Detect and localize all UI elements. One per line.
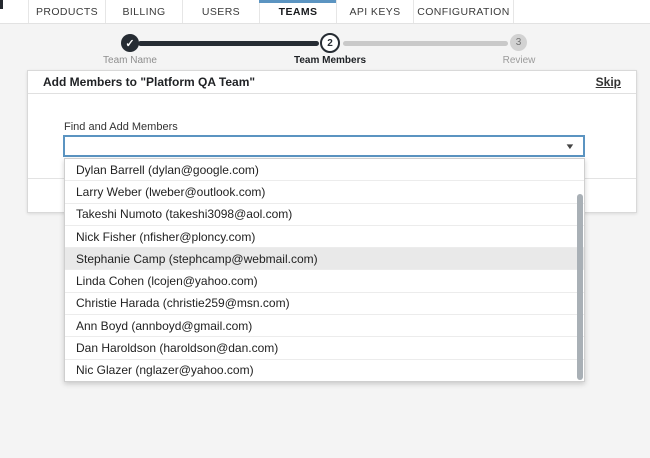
list-item[interactable]: Linda Cohen (lcojen@yahoo.com) [65, 270, 584, 292]
stepper-connector-completed [138, 41, 319, 46]
wizard-stepper: ✓ 2 3 Team Name Team Members Review [0, 24, 650, 70]
step-label-team-name: Team Name [95, 55, 165, 66]
step-label-team-members: Team Members [283, 55, 377, 66]
card-title: Add Members to "Platform QA Team" [43, 75, 255, 89]
members-dropdown-list: Dylan Barrell (dylan@google.com) Larry W… [65, 159, 584, 381]
tab-billing[interactable]: BILLING [105, 0, 182, 23]
skip-link[interactable]: Skip [596, 75, 621, 89]
tab-teams[interactable]: TEAMS [259, 0, 336, 23]
top-tab-bar: PRODUCTS BILLING USERS TEAMS API KEYS CO… [0, 0, 650, 24]
list-item[interactable]: Dylan Barrell (dylan@google.com) [65, 159, 584, 181]
step-number: 2 [327, 38, 333, 49]
tab-api-keys[interactable]: API KEYS [336, 0, 413, 23]
list-item[interactable]: Ann Boyd (annboyd@gmail.com) [65, 315, 584, 337]
list-item[interactable]: Dan Haroldson (haroldson@dan.com) [65, 337, 584, 359]
step-review-circle[interactable]: 3 [510, 34, 527, 51]
tab-configuration[interactable]: CONFIGURATION [413, 0, 514, 23]
list-item[interactable]: Takeshi Numoto (takeshi3098@aol.com) [65, 204, 584, 226]
card-header: Add Members to "Platform QA Team" Skip [28, 71, 636, 94]
tab-users[interactable]: USERS [182, 0, 259, 23]
step-team-members-circle[interactable]: 2 [320, 33, 340, 53]
members-dropdown: Dylan Barrell (dylan@google.com) Larry W… [64, 158, 585, 382]
tab-products[interactable]: PRODUCTS [28, 0, 105, 23]
step-number: 3 [516, 37, 522, 48]
step-label-review: Review [492, 55, 546, 66]
dropdown-scrollbar-thumb[interactable] [577, 194, 583, 380]
find-members-combobox[interactable]: ▼ [63, 135, 585, 157]
list-item-highlighted[interactable]: Stephanie Camp (stephcamp@webmail.com) [65, 248, 584, 270]
list-item[interactable]: Nic Glazer (nglazer@yahoo.com) [65, 360, 584, 381]
list-item[interactable]: Christie Harada (christie259@msn.com) [65, 293, 584, 315]
check-icon: ✓ [125, 37, 134, 50]
list-item[interactable]: Nick Fisher (nfisher@ploncy.com) [65, 226, 584, 248]
stepper-connector-upcoming [343, 41, 508, 46]
window-edge-artifact [0, 0, 3, 9]
team-wizard-page: { "tabs": { "items": [ { "label": "PRODU… [0, 0, 650, 458]
list-item[interactable]: Larry Weber (lweber@outlook.com) [65, 181, 584, 203]
step-team-name-circle[interactable]: ✓ [121, 34, 139, 52]
find-members-label: Find and Add Members [64, 121, 178, 133]
chevron-down-icon[interactable]: ▼ [564, 142, 575, 151]
